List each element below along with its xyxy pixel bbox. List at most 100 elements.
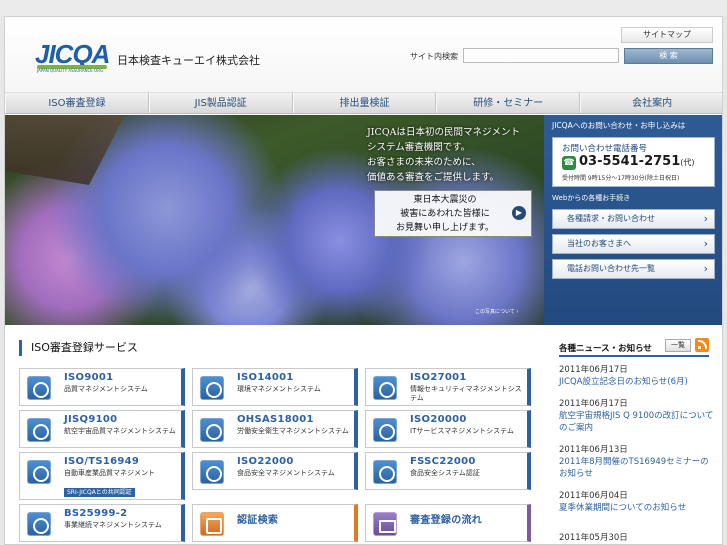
news-item: 2011年06月04日 夏季休業期間についてのお知らせ (559, 491, 715, 514)
nav-item-jis[interactable]: JIS製品認証 (148, 93, 293, 113)
iso-mark-icon (27, 512, 51, 536)
service-card-iso27001[interactable]: ISO27001 情報セキュリティマネジメントシステム (365, 368, 531, 406)
nav-item-emissions[interactable]: 排出量検証 (292, 93, 437, 113)
iso-mark-icon (27, 376, 51, 400)
phone-number: 03-5541-2751(代) (579, 154, 695, 169)
service-card-iso9001[interactable]: ISO9001 品質マネジメントシステム (19, 368, 185, 406)
photo-caption-link[interactable]: この写真について › (475, 308, 518, 315)
phone-hours: 受付時間 9時15分〜17時30分(除土日祝日) (562, 175, 680, 182)
hero-copy-line: 価値ある審査をご提供します。 (367, 172, 500, 183)
iso-mark-icon (373, 418, 397, 442)
news-date: 2011年05月30日 (559, 533, 628, 543)
search-button[interactable]: 検 索 (624, 48, 713, 64)
news-link[interactable]: 航空宇宙規格JIS Q 9100の改訂についてのご案内 (559, 410, 715, 434)
card-title: ISO20000 (410, 414, 467, 425)
news-list-button[interactable]: 一覧 (665, 339, 691, 352)
card-title: BS25999-2 (64, 508, 128, 519)
card-subtitle: 食品安全マネジメントシステム (237, 469, 335, 477)
hero-copy-line: お客さまの未来のために、 (367, 157, 481, 168)
news-link[interactable]: JICQA設立記念日のお知らせ(6月) (559, 376, 715, 388)
phone-number-suffix: (代) (680, 158, 695, 167)
service-card-bs25999[interactable]: BS25999-2 事業継続マネジメントシステム (19, 504, 185, 542)
notice-line: 東日本大震災の (413, 195, 477, 205)
iso-mark-icon (200, 418, 224, 442)
card-title: 認証検索 (237, 515, 279, 526)
news-panel: 各種ニュース・お知らせ 一覧 2011年06月17日 JICQA設立記念日のお知… (553, 335, 717, 544)
iso-mark-icon (200, 460, 224, 484)
card-subtitle: 環境マネジメントシステム (237, 385, 321, 393)
page-frame: JICQA JAPAN QUALITY ASSURANCE ORG 日本検査キュ… (4, 16, 723, 545)
news-title: 各種ニュース・お知らせ (559, 344, 652, 354)
nav-item-company[interactable]: 会社案内 (580, 93, 722, 113)
customer-button[interactable]: 当社のお客さまへ (552, 234, 715, 254)
card-subtitle: 自動車産業品質マネジメント (64, 469, 155, 477)
contact-heading: JICQAへのお問い合わせ・お申し込みは (552, 121, 686, 130)
card-title: ISO14001 (237, 372, 294, 383)
service-card-ts16949[interactable]: ISO/TS16949 自動車産業品質マネジメント SRI-JICQAとの共同認… (19, 452, 185, 500)
jicqa-logo[interactable]: JICQA JAPAN QUALITY ASSURANCE ORG (35, 39, 110, 79)
iso-mark-icon (27, 460, 51, 484)
service-card-jisq9100[interactable]: JISQ9100 航空宇宙品質マネジメントシステム (19, 410, 185, 448)
news-date: 2011年06月04日 (559, 491, 628, 501)
hero-building-roof (5, 115, 125, 185)
search-input[interactable] (463, 48, 619, 63)
site-header: JICQA JAPAN QUALITY ASSURANCE ORG 日本検査キュ… (5, 17, 722, 93)
search-label: サイト内検索 (410, 52, 458, 61)
iso-mark-icon (373, 460, 397, 484)
rss-icon[interactable] (695, 338, 709, 352)
iso-mark-icon (373, 376, 397, 400)
phone-box: お問い合わせ電話番号 ☎ 03-5541-2751(代) 受付時間 9時15分〜… (552, 137, 715, 187)
news-item: 2011年06月17日 航空宇宙規格JIS Q 9100の改訂についてのご案内 (559, 399, 715, 434)
inquiry-button[interactable]: 各種請求・お問い合わせ (552, 209, 715, 229)
contact-panel: JICQAへのお問い合わせ・お申し込みは お問い合わせ電話番号 ☎ 03-554… (544, 115, 722, 325)
phone-icon: ☎ (562, 156, 576, 170)
card-title: FSSC22000 (410, 456, 476, 467)
card-subtitle: 品質マネジメントシステム (64, 385, 148, 393)
book-icon (373, 512, 397, 536)
sitemap-link[interactable]: サイトマップ (621, 27, 713, 43)
news-date: 2011年06月17日 (559, 365, 628, 375)
hero-copy-line: システム審査機関です。 (367, 142, 471, 153)
news-link[interactable]: 夏季休業期間についてのお知らせ (559, 502, 715, 514)
service-card-iso14001[interactable]: ISO14001 環境マネジメントシステム (192, 368, 358, 406)
card-title: ISO22000 (237, 456, 294, 467)
services-title: ISO審査登録サービス (19, 340, 138, 356)
hero-banner: JICQAは日本初の民間マネジメント システム審査機関です。 お客さまの未来のた… (5, 115, 544, 325)
card-title: OHSAS18001 (237, 414, 314, 425)
web-procedures-label: Webからの各種お手続き (552, 194, 631, 202)
card-subtitle: 食品安全システム認証 (410, 469, 480, 477)
service-card-iso22000[interactable]: ISO22000 食品安全マネジメントシステム (192, 452, 358, 490)
logo-subtext: JAPAN QUALITY ASSURANCE ORG (37, 68, 104, 73)
phone-number-digits: 03-5541-2751 (579, 154, 681, 169)
card-subtitle: 情報セキュリティマネジメントシステム (410, 385, 522, 402)
news-item: 2011年05月30日 (559, 533, 715, 544)
card-subtitle: 事業継続マネジメントシステム (64, 521, 162, 529)
news-divider (559, 355, 709, 357)
nav-item-iso[interactable]: ISO審査登録 (5, 93, 149, 113)
news-date: 2011年06月17日 (559, 399, 628, 409)
news-item: 2011年06月13日 2011年8月開催のTS16949セミナーのお知らせ (559, 445, 715, 480)
service-card-cert-search[interactable]: 認証検索 (192, 504, 358, 542)
arrow-right-icon: ▶ (512, 206, 526, 220)
browser-top-strip (0, 0, 727, 16)
global-nav: ISO審査登録 JIS製品認証 排出量検証 研修・セミナー 会社案内 (5, 93, 722, 114)
service-card-ohsas18001[interactable]: OHSAS18001 労働安全衛生マネジメントシステム (192, 410, 358, 448)
company-name: 日本検査キューエイ株式会社 (117, 54, 260, 67)
iso-mark-icon (27, 418, 51, 442)
hero-copy: JICQAは日本初の民間マネジメント システム審査機関です。 お客さまの未来のた… (367, 125, 539, 185)
news-link[interactable]: 2011年8月開催のTS16949セミナーのお知らせ (559, 456, 715, 480)
iso-mark-icon (200, 376, 224, 400)
card-title: 審査登録の流れ (410, 515, 483, 526)
service-card-registration-flow[interactable]: 審査登録の流れ (365, 504, 531, 542)
card-subtitle: 航空宇宙品質マネジメントシステム (64, 427, 176, 435)
news-date: 2011年06月13日 (559, 445, 628, 455)
card-badge: SRI-JICQAとの共同認証 (64, 488, 135, 497)
earthquake-notice-link[interactable]: 東日本大震災の 被害にあわれた皆様に お見舞い申し上げます。 ▶ (374, 190, 532, 237)
card-title: JISQ9100 (64, 414, 118, 425)
notice-line: お見舞い申し上げます。 (395, 223, 495, 233)
certificate-icon (200, 512, 224, 536)
service-card-iso20000[interactable]: ISO20000 ITサービスマネジメントシステム (365, 410, 531, 448)
phone-list-button[interactable]: 電話お問い合わせ先一覧 (552, 259, 715, 279)
service-card-fssc22000[interactable]: FSSC22000 食品安全システム認証 (365, 452, 531, 490)
nav-item-seminar[interactable]: 研修・セミナー (436, 93, 581, 113)
